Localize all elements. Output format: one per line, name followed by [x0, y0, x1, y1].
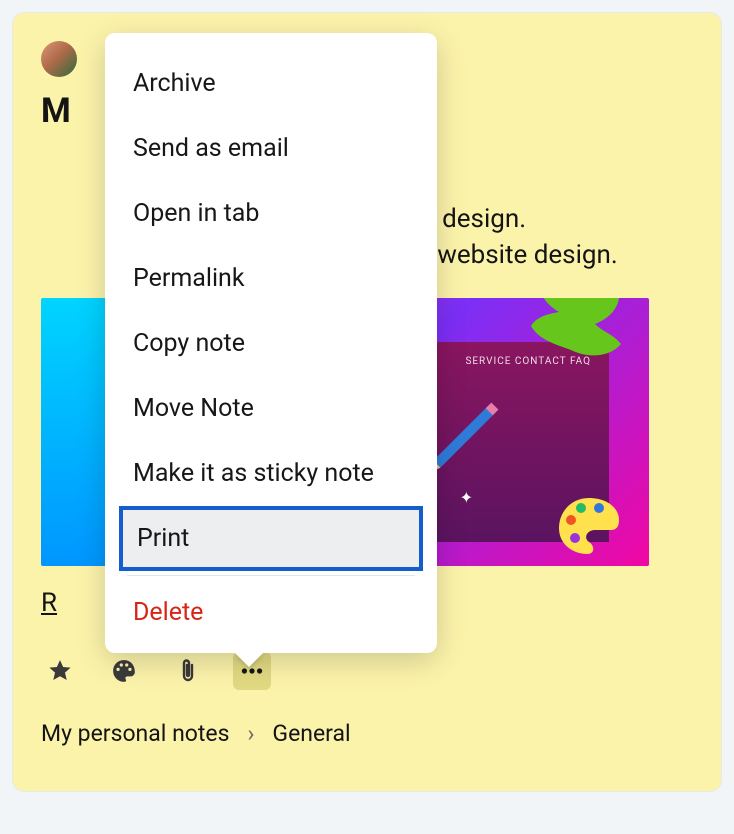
- menu-item-print[interactable]: Print: [119, 506, 423, 571]
- star-icon: [47, 658, 73, 684]
- menu-item-sticky[interactable]: Make it as sticky note: [105, 441, 437, 506]
- attachment-button[interactable]: [169, 652, 207, 690]
- menu-item-send-email[interactable]: Send as email: [105, 116, 437, 181]
- chevron-right-icon: ›: [247, 720, 254, 747]
- menu-separator: [127, 575, 415, 576]
- menu-item-permalink[interactable]: Permalink: [105, 246, 437, 311]
- menu-item-archive[interactable]: Archive: [105, 51, 437, 116]
- favorite-button[interactable]: [41, 652, 79, 690]
- menu-item-copy-note[interactable]: Copy note: [105, 311, 437, 376]
- color-button[interactable]: [105, 652, 143, 690]
- palette-icon: [557, 496, 621, 556]
- note-toolbar: [41, 652, 693, 690]
- menu-item-move-note[interactable]: Move Note: [105, 376, 437, 441]
- paperclip-icon: [176, 658, 200, 684]
- palette-icon: [111, 658, 137, 684]
- context-menu: Archive Send as email Open in tab Permal…: [105, 33, 437, 653]
- avatar: [41, 41, 77, 77]
- breadcrumb: My personal notes › General: [41, 720, 693, 747]
- menu-item-delete[interactable]: Delete: [105, 580, 437, 645]
- sparkle-icon: ✦: [460, 488, 473, 507]
- breadcrumb-current[interactable]: General: [272, 720, 350, 747]
- leaf-icon: [511, 298, 631, 374]
- note-card: M bsite design. r the website design. SE…: [12, 12, 722, 792]
- reference-link[interactable]: R: [41, 588, 57, 618]
- menu-item-open-tab[interactable]: Open in tab: [105, 181, 437, 246]
- breadcrumb-root[interactable]: My personal notes: [41, 720, 229, 747]
- menu-pointer: [235, 653, 263, 667]
